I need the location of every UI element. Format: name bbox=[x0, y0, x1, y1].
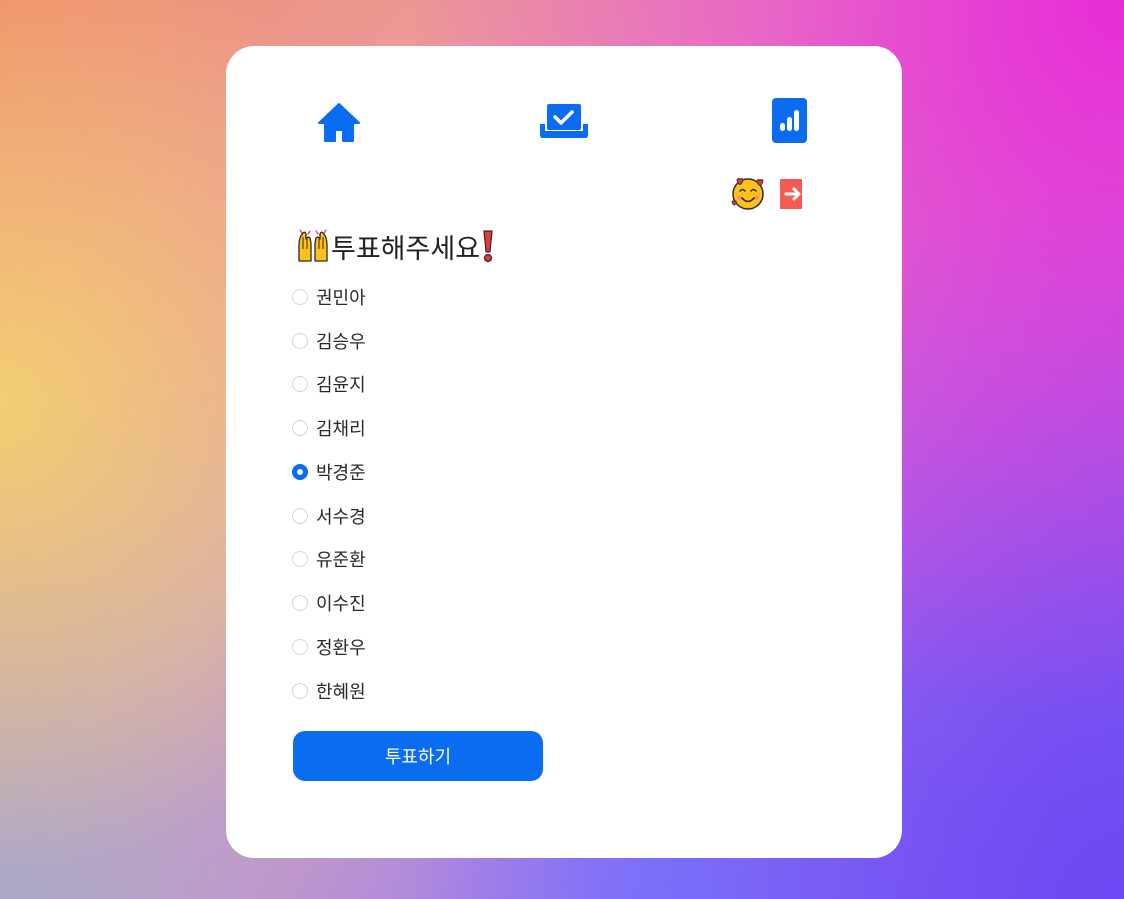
home-icon[interactable] bbox=[318, 102, 360, 142]
candidate-option[interactable]: 이수진 bbox=[292, 581, 366, 625]
candidate-option[interactable]: 김윤지 bbox=[292, 363, 366, 407]
candidate-label: 김채리 bbox=[316, 419, 366, 441]
smiling-face-with-hearts-emoji bbox=[731, 178, 764, 210]
radio-button[interactable] bbox=[292, 376, 308, 393]
candidate-option[interactable]: 정환우 bbox=[292, 625, 366, 669]
page-title: 투표해주세요 bbox=[296, 226, 495, 266]
candidate-option[interactable]: 권민아 bbox=[292, 275, 366, 319]
candidate-label: 한혜원 bbox=[316, 681, 366, 703]
radio-button[interactable] bbox=[292, 463, 308, 480]
title-text: 투표해주세요 bbox=[331, 233, 481, 265]
radio-button[interactable] bbox=[292, 595, 308, 612]
radio-button[interactable] bbox=[292, 420, 308, 437]
bar-chart-icon[interactable] bbox=[772, 98, 807, 143]
candidate-option[interactable]: 유준환 bbox=[292, 538, 366, 582]
radio-button[interactable] bbox=[292, 288, 308, 305]
candidate-label: 서수경 bbox=[316, 506, 366, 528]
raising-hands-emoji bbox=[298, 229, 328, 262]
candidate-label: 권민아 bbox=[316, 287, 366, 309]
vote-card: 투표해주세요 권민아 김승우 김윤지 김채리 박경준 서수경 유준환 이수진 정… bbox=[226, 46, 902, 858]
candidate-option[interactable]: 서수경 bbox=[292, 494, 366, 538]
radio-button[interactable] bbox=[292, 682, 308, 699]
candidate-label: 김승우 bbox=[316, 331, 366, 353]
candidate-label: 유준환 bbox=[316, 550, 366, 572]
candidate-option[interactable]: 김승우 bbox=[292, 319, 366, 363]
candidate-label: 박경준 bbox=[316, 462, 366, 484]
radio-button[interactable] bbox=[292, 638, 308, 655]
candidate-label: 정환우 bbox=[316, 637, 366, 659]
candidate-label: 이수진 bbox=[316, 594, 366, 616]
ballot-box-check-icon[interactable] bbox=[540, 104, 588, 138]
candidate-label: 김윤지 bbox=[316, 375, 366, 397]
vote-submit-button[interactable]: 투표하기 bbox=[293, 731, 543, 781]
candidate-option[interactable]: 김채리 bbox=[292, 406, 366, 450]
radio-button[interactable] bbox=[292, 332, 308, 349]
radio-button[interactable] bbox=[292, 507, 308, 524]
exclamation-mark-emoji bbox=[483, 230, 493, 263]
candidate-option[interactable]: 박경준 bbox=[292, 450, 366, 494]
logout-arrow-icon[interactable] bbox=[780, 179, 808, 209]
candidate-option[interactable]: 한혜원 bbox=[292, 669, 366, 713]
candidate-list: 권민아 김승우 김윤지 김채리 박경준 서수경 유준환 이수진 정환우 한혜원 bbox=[292, 275, 366, 713]
radio-button[interactable] bbox=[292, 551, 308, 568]
